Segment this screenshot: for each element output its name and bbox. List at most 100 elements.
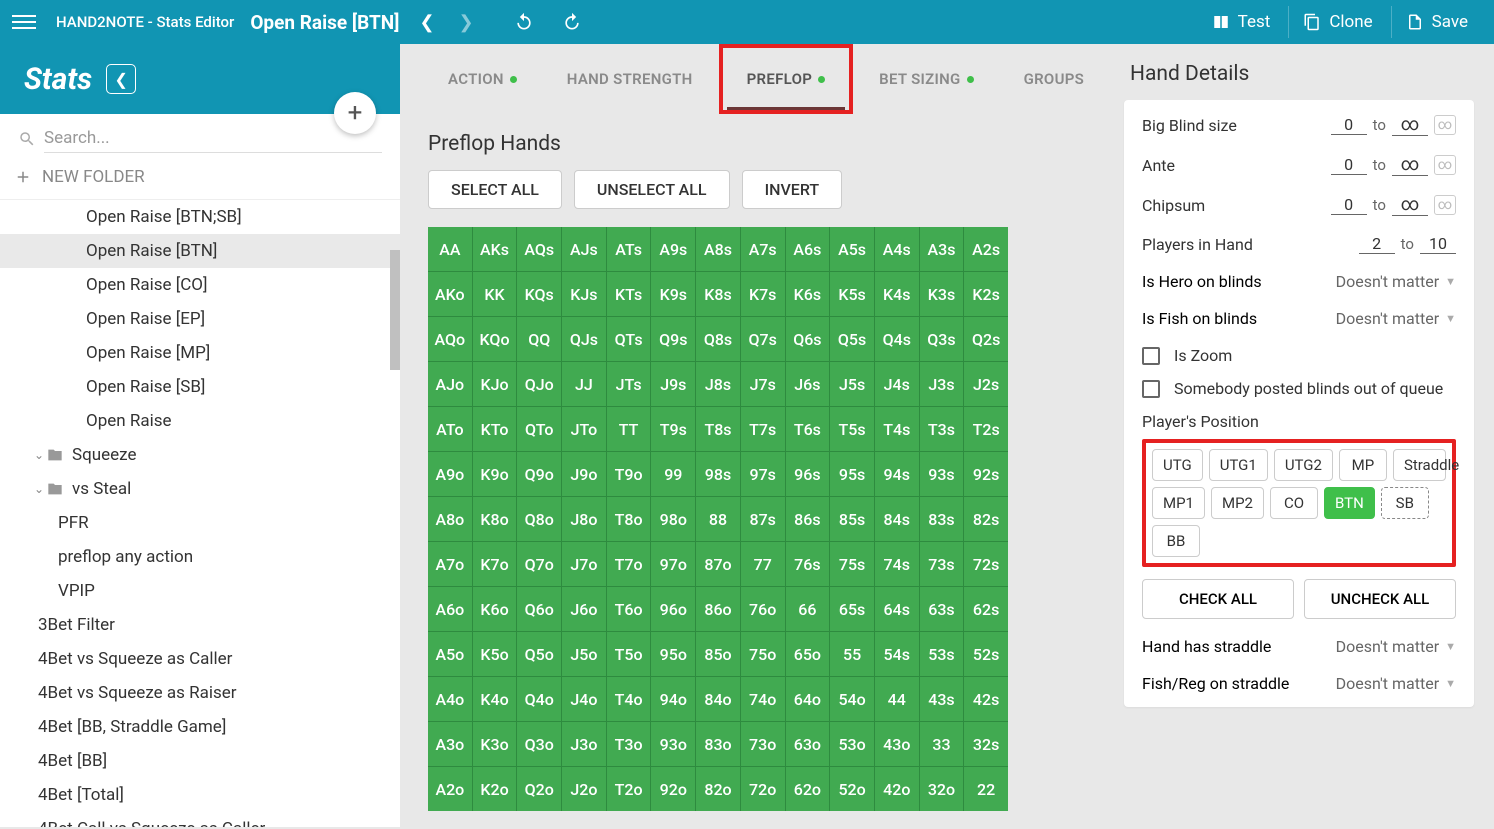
hand-cell[interactable]: AJo: [428, 362, 472, 406]
hand-cell[interactable]: 86s: [786, 497, 830, 541]
hand-cell[interactable]: 54o: [830, 677, 874, 721]
hand-cell[interactable]: K4o: [473, 677, 517, 721]
hand-cell[interactable]: J2o: [562, 767, 606, 811]
tree-item[interactable]: Open Raise: [0, 404, 400, 438]
hand-cell[interactable]: J6o: [562, 587, 606, 631]
hand-cell[interactable]: AQs: [517, 227, 561, 271]
tree-item[interactable]: 3Bet Filter: [0, 608, 400, 642]
hand-cell[interactable]: A3o: [428, 722, 472, 766]
save-button[interactable]: Save: [1391, 6, 1482, 38]
hand-cell[interactable]: T4s: [875, 407, 919, 451]
hand-cell[interactable]: KK: [473, 272, 517, 316]
hand-cell[interactable]: 63o: [786, 722, 830, 766]
hand-cell[interactable]: 42s: [964, 677, 1008, 721]
hand-cell[interactable]: 94o: [651, 677, 695, 721]
hand-cell[interactable]: Q9s: [651, 317, 695, 361]
unselect-all-button[interactable]: UNSELECT ALL: [574, 170, 730, 209]
clone-button[interactable]: Clone: [1288, 6, 1386, 38]
hand-cell[interactable]: Q8s: [696, 317, 740, 361]
new-folder-button[interactable]: NEW FOLDER: [0, 157, 400, 200]
hand-cell[interactable]: T3s: [920, 407, 964, 451]
tab-groups[interactable]: GROUPS: [1000, 44, 1109, 114]
hand-cell[interactable]: Q7s: [741, 317, 785, 361]
hand-grid[interactable]: AAAKsAQsAJsATsA9sA8sA7sA6sA5sA4sA3sA2sAK…: [428, 227, 1008, 811]
hand-cell[interactable]: A9o: [428, 452, 472, 496]
hand-cell[interactable]: K5s: [830, 272, 874, 316]
nav-back-icon[interactable]: ❮: [419, 12, 434, 33]
hand-cell[interactable]: 96o: [651, 587, 695, 631]
hand-cell[interactable]: JTo: [562, 407, 606, 451]
hand-cell[interactable]: 92s: [964, 452, 1008, 496]
hand-cell[interactable]: 62o: [786, 767, 830, 811]
back-button[interactable]: ❮: [106, 64, 136, 94]
hand-cell[interactable]: 43o: [875, 722, 919, 766]
invert-button[interactable]: INVERT: [742, 170, 843, 209]
hand-cell[interactable]: K3s: [920, 272, 964, 316]
hand-cell[interactable]: A5o: [428, 632, 472, 676]
hand-cell[interactable]: AA: [428, 227, 472, 271]
hand-cell[interactable]: A5s: [830, 227, 874, 271]
hand-cell[interactable]: QTs: [607, 317, 651, 361]
hand-cell[interactable]: JTs: [607, 362, 651, 406]
hand-cell[interactable]: KJs: [562, 272, 606, 316]
tree-item[interactable]: VPIP: [0, 574, 400, 608]
hand-cell[interactable]: AKo: [428, 272, 472, 316]
hand-cell[interactable]: 33: [920, 722, 964, 766]
hand-cell[interactable]: J9o: [562, 452, 606, 496]
tree-item[interactable]: 4Bet vs Squeeze as Caller: [0, 642, 400, 676]
hand-cell[interactable]: 32o: [920, 767, 964, 811]
hand-cell[interactable]: 65s: [830, 587, 874, 631]
infinity-icon[interactable]: ∞: [1434, 195, 1456, 215]
tree-item[interactable]: 4Bet [BB, Straddle Game]: [0, 710, 400, 744]
hand-cell[interactable]: T9s: [651, 407, 695, 451]
tree-item[interactable]: 4Bet Call vs Squeeze as Caller: [0, 812, 400, 827]
hand-cell[interactable]: J3s: [920, 362, 964, 406]
hand-cell[interactable]: A3s: [920, 227, 964, 271]
hand-cell[interactable]: 97s: [741, 452, 785, 496]
hand-cell[interactable]: A2s: [964, 227, 1008, 271]
hand-cell[interactable]: 84s: [875, 497, 919, 541]
tree-item[interactable]: ⌄vs Steal: [0, 472, 400, 506]
hand-cell[interactable]: J8s: [696, 362, 740, 406]
chipsum-from-input[interactable]: [1331, 195, 1367, 215]
hand-cell[interactable]: 53s: [920, 632, 964, 676]
tree-item[interactable]: Open Raise [EP]: [0, 302, 400, 336]
hand-cell[interactable]: 66: [786, 587, 830, 631]
hand-cell[interactable]: 84o: [696, 677, 740, 721]
hand-cell[interactable]: 88: [696, 497, 740, 541]
hand-cell[interactable]: KJo: [473, 362, 517, 406]
hand-cell[interactable]: T7o: [607, 542, 651, 586]
position-sb[interactable]: SB: [1381, 487, 1429, 519]
position-straddle[interactable]: Straddle: [1393, 449, 1446, 481]
hand-cell[interactable]: ATs: [607, 227, 651, 271]
hand-cell[interactable]: K7o: [473, 542, 517, 586]
bb-from-input[interactable]: [1331, 115, 1367, 135]
hand-cell[interactable]: A4s: [875, 227, 919, 271]
fish-blinds-dropdown[interactable]: Doesn't matter▼: [1336, 309, 1456, 328]
hand-cell[interactable]: 82s: [964, 497, 1008, 541]
hand-cell[interactable]: 98o: [651, 497, 695, 541]
hand-cell[interactable]: 83s: [920, 497, 964, 541]
hand-cell[interactable]: T6o: [607, 587, 651, 631]
hand-cell[interactable]: 82o: [696, 767, 740, 811]
hand-cell[interactable]: K5o: [473, 632, 517, 676]
hand-cell[interactable]: Q2s: [964, 317, 1008, 361]
tab-preflop[interactable]: PREFLOP: [719, 44, 854, 114]
hand-cell[interactable]: 95o: [651, 632, 695, 676]
hand-cell[interactable]: J9s: [651, 362, 695, 406]
hand-cell[interactable]: J6s: [786, 362, 830, 406]
hand-cell[interactable]: J8o: [562, 497, 606, 541]
hand-cell[interactable]: K2s: [964, 272, 1008, 316]
hand-cell[interactable]: Q6o: [517, 587, 561, 631]
hand-cell[interactable]: 62s: [964, 587, 1008, 631]
position-mp[interactable]: MP: [1339, 449, 1387, 481]
undo-icon[interactable]: [514, 12, 534, 32]
hand-cell[interactable]: 74s: [875, 542, 919, 586]
hand-cell[interactable]: T4o: [607, 677, 651, 721]
hand-cell[interactable]: T5s: [830, 407, 874, 451]
position-utg[interactable]: UTG: [1152, 449, 1203, 481]
hand-cell[interactable]: 73o: [741, 722, 785, 766]
tab-action[interactable]: ACTION: [424, 44, 541, 114]
hand-cell[interactable]: A4o: [428, 677, 472, 721]
hand-cell[interactable]: T3o: [607, 722, 651, 766]
